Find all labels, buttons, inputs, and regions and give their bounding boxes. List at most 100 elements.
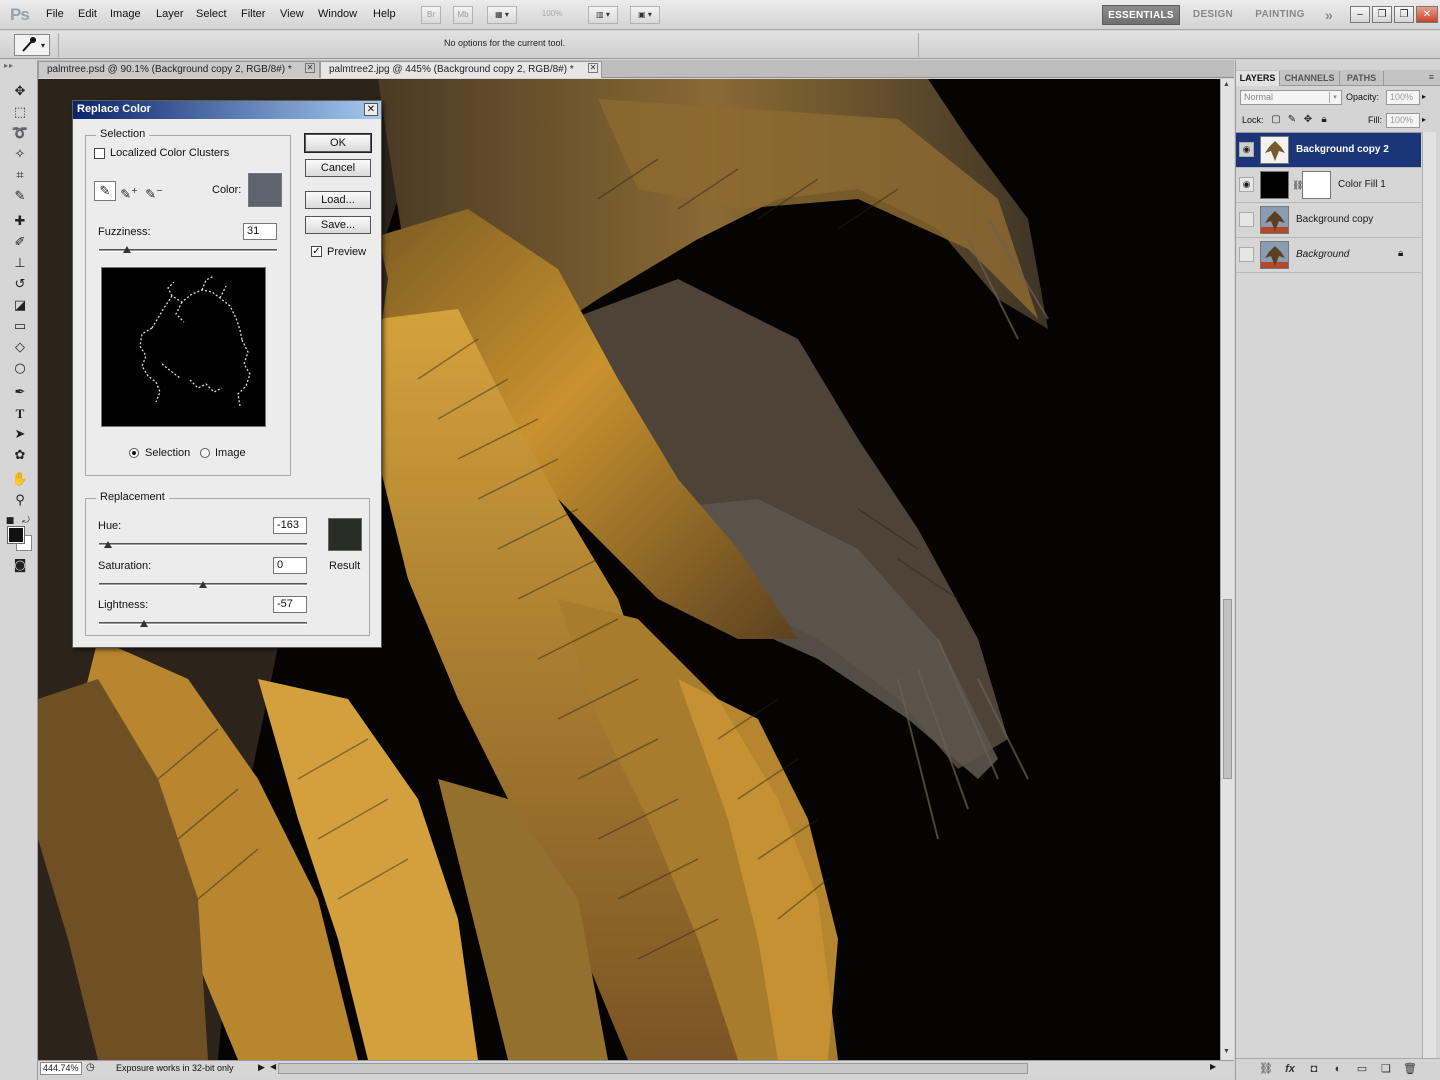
mask-icon[interactable]: ◘ — [1306, 1062, 1322, 1076]
lock-position-icon[interactable]: ✥ — [1302, 114, 1314, 126]
layer-row[interactable]: ◉ Background copy — [1236, 203, 1421, 238]
close-button[interactable]: ✕ — [1416, 6, 1438, 23]
scroll-up-icon[interactable]: ▲ — [1223, 81, 1230, 88]
fill-arrow-icon[interactable]: ▸ — [1422, 115, 1426, 124]
lasso-icon[interactable]: ➰ — [9, 124, 31, 144]
toolbox-grip[interactable]: ▸▸ — [4, 62, 34, 70]
new-layer-icon[interactable]: ❏ — [1378, 1062, 1394, 1076]
layer-row[interactable]: ◉ Background copy 2 — [1236, 133, 1421, 168]
quick-mask-icon[interactable]: ◙ — [9, 556, 31, 576]
blend-mode-select[interactable]: Normal ▾ — [1240, 90, 1342, 105]
eyedropper-plus-icon[interactable]: ✎+ — [118, 181, 140, 202]
horizontal-scroll-thumb[interactable] — [278, 1063, 1028, 1074]
view-image-radio[interactable] — [200, 448, 210, 458]
workspace-essentials[interactable]: ESSENTIALS — [1102, 5, 1180, 25]
panel-menu-icon[interactable]: ≡ — [1429, 72, 1434, 82]
ok-button[interactable]: OK — [304, 133, 372, 153]
eyedropper-icon[interactable]: ✎ — [94, 181, 116, 201]
menu-file[interactable]: File — [46, 8, 64, 20]
view-selection-radio[interactable] — [129, 448, 139, 458]
tab-palmtree-psd[interactable]: palmtree.psd @ 90.1% (Background copy 2,… — [38, 61, 320, 78]
minimize-button[interactable]: – — [1350, 6, 1370, 23]
screen-mode-button[interactable]: ▣ ▾ — [630, 6, 660, 24]
quick-select-icon[interactable]: ✧ — [9, 145, 31, 165]
restore-app-button[interactable]: ❐ — [1394, 6, 1414, 23]
eye-icon[interactable]: ◉ — [1239, 212, 1254, 227]
layer-name[interactable]: Background copy — [1296, 214, 1373, 225]
hue-input[interactable]: -163 — [273, 517, 307, 534]
saturation-input[interactable]: 0 — [273, 557, 307, 574]
menu-select[interactable]: Select — [196, 8, 227, 20]
healing-icon[interactable]: ✚ — [9, 212, 31, 232]
workspace-more-icon[interactable]: » — [1318, 5, 1340, 25]
tab-palmtree2-jpg[interactable]: palmtree2.jpg @ 445% (Background copy 2,… — [320, 61, 602, 78]
zoom-level-select[interactable]: 100% — [528, 6, 576, 24]
result-color-swatch[interactable] — [328, 518, 362, 551]
path-select-icon[interactable]: ➤ — [9, 425, 31, 445]
bridge-button[interactable]: Br — [421, 6, 441, 24]
brush-icon[interactable]: ✐ — [9, 233, 31, 253]
preview-checkbox[interactable]: ✓ — [311, 246, 322, 257]
stamp-icon[interactable]: ⊥ — [9, 254, 31, 274]
status-icon[interactable]: ◷ — [86, 1062, 95, 1073]
workspace-painting[interactable]: PAINTING — [1248, 5, 1312, 25]
menu-window[interactable]: Window — [318, 8, 357, 20]
mask-thumbnail[interactable] — [1302, 171, 1331, 199]
lock-all-icon[interactable]: 🔒︎ — [1318, 114, 1330, 126]
dialog-titlebar[interactable]: Replace Color ✕ — [73, 101, 381, 119]
fuzziness-input[interactable]: 31 — [243, 223, 277, 240]
tab-paths[interactable]: PATHS — [1340, 71, 1384, 86]
crop-icon[interactable]: ⌗ — [9, 166, 31, 186]
history-brush-icon[interactable]: ↺ — [9, 275, 31, 295]
foreground-color-swatch[interactable] — [7, 526, 25, 544]
layers-scrollbar[interactable] — [1422, 132, 1436, 1067]
menu-image[interactable]: Image — [110, 8, 141, 20]
scroll-left-icon[interactable]: ◀ — [270, 1062, 276, 1071]
eye-icon[interactable]: ◉ — [1239, 177, 1254, 192]
eye-icon[interactable]: ◉ — [1239, 142, 1254, 157]
pen-icon[interactable]: ✒ — [9, 383, 31, 403]
selection-color-swatch[interactable] — [248, 173, 282, 207]
adjustment-icon[interactable]: ◐ — [1330, 1062, 1346, 1076]
saturation-slider-thumb[interactable] — [199, 581, 207, 588]
zoom-field[interactable]: 444.74% — [40, 1062, 82, 1075]
tab-layers[interactable]: LAYERS — [1236, 71, 1280, 86]
status-menu-arrow-icon[interactable]: ▶ — [258, 1062, 265, 1073]
eye-icon[interactable]: ◉ — [1239, 247, 1254, 262]
tab-close-icon[interactable]: ✕ — [305, 63, 315, 73]
lightness-input[interactable]: -57 — [273, 596, 307, 613]
workspace-design[interactable]: DESIGN — [1186, 5, 1240, 25]
menu-edit[interactable]: Edit — [78, 8, 97, 20]
layer-name[interactable]: Background — [1296, 249, 1349, 260]
tab-close-icon[interactable]: ✕ — [588, 63, 598, 73]
eyedropper-icon[interactable]: ✎ — [9, 187, 31, 207]
menu-view[interactable]: View — [280, 8, 304, 20]
scroll-right-icon[interactable]: ▶ — [1210, 1062, 1216, 1071]
dodge-icon[interactable]: ○ — [9, 359, 31, 379]
layer-name[interactable]: Background copy 2 — [1296, 144, 1389, 155]
trash-icon[interactable]: 🗑︎ — [1402, 1062, 1418, 1076]
lock-pixels-icon[interactable]: ✎ — [1286, 114, 1298, 126]
tool-preset-picker[interactable]: ▾ — [14, 34, 50, 56]
lightness-slider-track[interactable] — [99, 622, 307, 625]
restore-button[interactable]: ❐ — [1372, 6, 1392, 23]
type-icon[interactable]: T — [9, 404, 31, 424]
save-button[interactable]: Save... — [305, 216, 371, 234]
hue-slider-track[interactable] — [99, 543, 307, 546]
hue-slider-thumb[interactable] — [104, 541, 112, 548]
zoom-icon[interactable]: ⚲ — [9, 491, 31, 511]
lock-transparency-icon[interactable]: ▢ — [1270, 114, 1282, 126]
fuzziness-slider-thumb[interactable] — [123, 246, 131, 253]
marquee-icon[interactable]: ⬚ — [9, 103, 31, 123]
layer-row[interactable]: ◉ ⛓ Color Fill 1 — [1236, 168, 1421, 203]
canvas-vertical-scrollbar[interactable]: ▲ ▼ — [1220, 79, 1234, 1060]
opacity-field[interactable]: 100% — [1386, 90, 1420, 105]
eraser-icon[interactable]: ◪ — [9, 296, 31, 316]
blur-icon[interactable]: ◇ — [9, 338, 31, 358]
minibridge-button[interactable]: Mb — [453, 6, 473, 24]
scroll-thumb[interactable] — [1223, 599, 1232, 779]
view-extras-button[interactable]: ▦ ▾ — [487, 6, 517, 24]
move-icon[interactable]: ✥ — [9, 82, 31, 102]
shape-icon[interactable]: ✿ — [9, 446, 31, 466]
eyedropper-minus-icon[interactable]: ✎− — [143, 181, 165, 202]
